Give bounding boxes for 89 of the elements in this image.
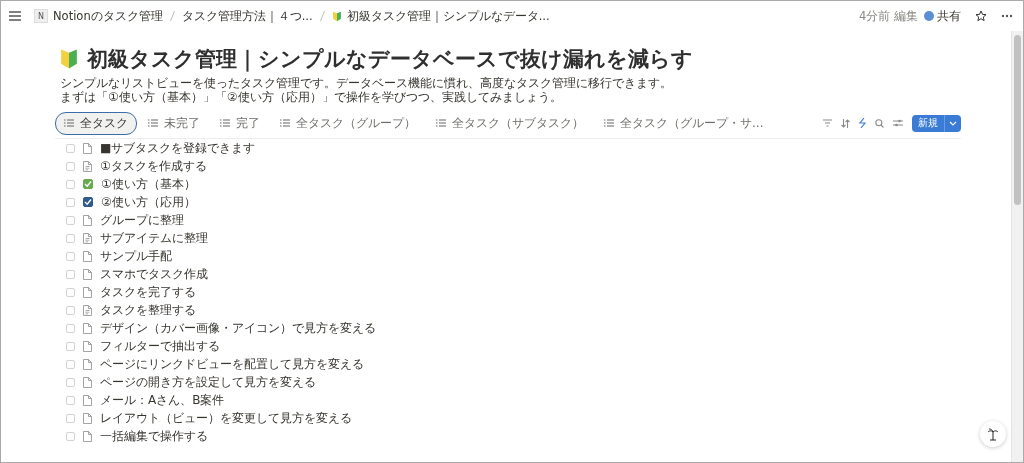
document-icon <box>83 304 92 316</box>
task-title[interactable]: グループに整理 <box>100 211 184 229</box>
new-button[interactable]: 新規 <box>912 114 961 132</box>
document-icon <box>83 160 92 172</box>
palm-tree-icon <box>987 427 999 441</box>
list-icon <box>436 119 446 127</box>
breadcrumb-separator-icon <box>169 11 175 21</box>
sort-icon[interactable] <box>841 118 850 128</box>
star-icon[interactable] <box>975 10 987 22</box>
view-tab[interactable]: 全タスク（グループ・サ... <box>595 111 773 135</box>
edited-time: 4分前 編集 <box>859 8 918 24</box>
view-tab[interactable]: 全タスク（サブタスク） <box>427 111 593 135</box>
page-icon <box>83 340 92 352</box>
row-select-checkbox[interactable] <box>66 251 75 261</box>
row-select-checkbox[interactable] <box>66 359 75 369</box>
row-select-checkbox[interactable] <box>66 269 75 279</box>
breadcrumb[interactable]: N Notionのタスク管理 <box>31 6 166 26</box>
filter-icon[interactable] <box>823 119 832 127</box>
page-icon <box>83 412 92 424</box>
page-icon <box>83 268 92 280</box>
task-title[interactable]: ①タスクを作成する <box>100 157 207 175</box>
view-tab[interactable]: 全タスク（グループ） <box>271 111 425 135</box>
search-icon[interactable] <box>875 118 884 128</box>
page-icon <box>83 322 92 334</box>
page-title: 初級タスク管理｜シンプルなデータベースで抜け漏れを減らす <box>87 46 693 73</box>
task-title[interactable]: ページの開き方を設定して見方を変える <box>100 373 316 391</box>
beginner-mark-icon <box>331 10 342 22</box>
task-title[interactable]: フィルターで抽出する <box>100 337 220 355</box>
page-icon <box>83 376 92 388</box>
breadcrumb-separator-icon <box>319 11 325 21</box>
row-select-checkbox[interactable] <box>66 287 75 297</box>
checkbox[interactable] <box>83 197 93 207</box>
beginner-mark-icon <box>59 48 79 70</box>
help-button[interactable] <box>980 421 1006 447</box>
task-title[interactable]: サブアイテムに整理 <box>100 229 208 247</box>
lightning-icon[interactable] <box>859 118 866 128</box>
view-tab[interactable]: 未完了 <box>139 111 209 135</box>
row-select-checkbox[interactable] <box>66 233 75 243</box>
row-select-checkbox[interactable] <box>66 413 75 423</box>
list-icon <box>64 119 74 127</box>
page-icon <box>83 358 92 370</box>
row-select-checkbox[interactable] <box>66 197 75 207</box>
row-select-checkbox[interactable] <box>66 377 75 387</box>
document-icon <box>83 232 92 244</box>
task-title[interactable]: ■サブタスクを登録できます <box>100 139 256 157</box>
page-icon <box>83 430 92 442</box>
breadcrumb[interactable]: タスク管理方法｜４つ... <box>178 6 316 26</box>
row-select-checkbox[interactable] <box>66 179 75 189</box>
globe-icon <box>924 11 934 21</box>
workspace-icon: N <box>34 9 48 23</box>
page-icon <box>83 394 92 406</box>
task-title[interactable]: レイアウト（ビュー）を変更して見方を変える <box>100 409 352 427</box>
breadcrumb[interactable]: 初級タスク管理｜シンプルなデータ... <box>328 6 553 26</box>
list-icon <box>220 119 230 127</box>
page-icon <box>83 214 92 226</box>
row-select-checkbox[interactable] <box>66 305 75 315</box>
task-title[interactable]: サンプル手配 <box>100 247 172 265</box>
list-icon <box>280 119 290 127</box>
task-title[interactable]: タスクを整理する <box>100 301 196 319</box>
row-select-checkbox[interactable] <box>66 323 75 333</box>
task-title[interactable]: ②使い方（応用） <box>101 193 196 211</box>
task-title[interactable]: デザイン（カバー画像・アイコン）で見方を変える <box>100 319 376 337</box>
row-select-checkbox[interactable] <box>66 215 75 225</box>
scrollbar[interactable] <box>1011 31 1023 462</box>
description-text: まずは「①使い方（基本）」「②使い方（応用）」で操作を学びつつ、実践してみましょう。 <box>60 90 563 104</box>
row-select-checkbox[interactable] <box>66 431 75 441</box>
row-select-checkbox[interactable] <box>66 341 75 351</box>
row-select-checkbox[interactable] <box>66 143 75 153</box>
share-button[interactable]: 共有 <box>924 8 961 24</box>
page-icon <box>83 286 92 298</box>
more-icon[interactable] <box>1001 14 1013 18</box>
task-title[interactable]: メール：Aさん、B案件 <box>100 391 225 409</box>
description-text: シンプルなリストビューを使ったタスク管理です。データベース機能に慣れ、高度なタスク管理に移行できます。 <box>60 76 673 90</box>
checkbox[interactable] <box>83 179 93 189</box>
row-select-checkbox[interactable] <box>66 395 75 405</box>
view-tab[interactable]: 完了 <box>211 111 269 135</box>
task-title[interactable]: 一括編集で操作する <box>100 427 208 445</box>
task-title[interactable]: ①使い方（基本） <box>101 175 196 193</box>
list-icon <box>148 119 158 127</box>
list-icon <box>604 119 614 127</box>
task-title[interactable]: スマホでタスク作成 <box>100 265 208 283</box>
settings-icon[interactable] <box>893 119 903 127</box>
menu-icon[interactable] <box>9 11 21 21</box>
task-title[interactable]: タスクを完了する <box>100 283 196 301</box>
view-tab[interactable]: 全タスク <box>55 111 137 135</box>
row-select-checkbox[interactable] <box>66 161 75 171</box>
page-icon <box>83 250 92 262</box>
page-icon <box>83 142 92 154</box>
task-title[interactable]: ページにリンクドビューを配置して見方を変える <box>100 355 364 373</box>
